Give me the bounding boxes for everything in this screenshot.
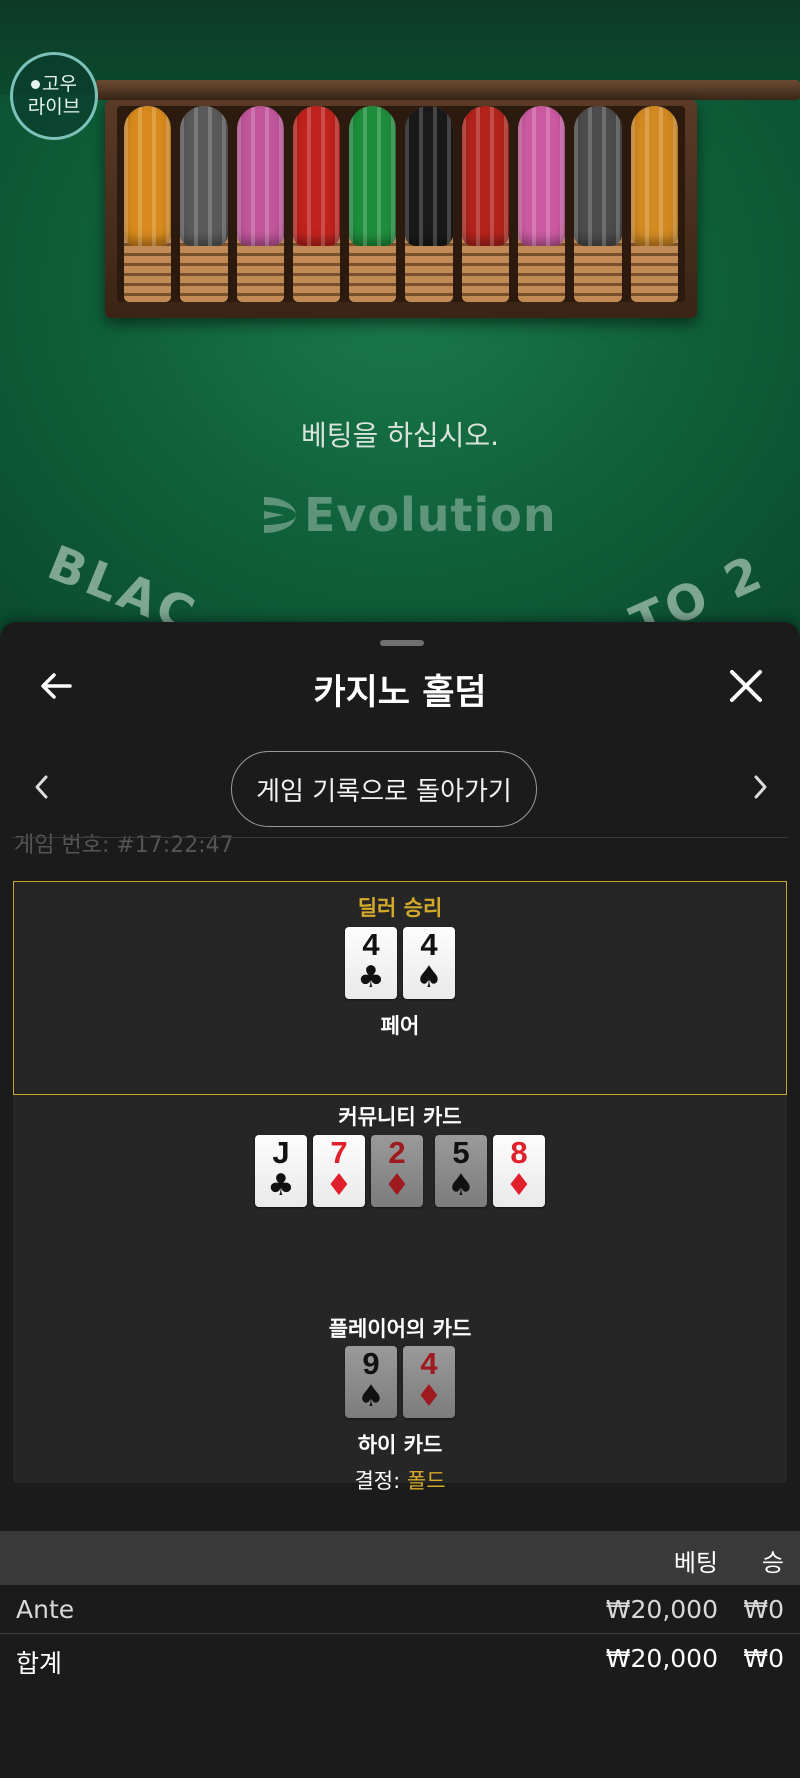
card-rank: 5 xyxy=(452,1135,470,1170)
dealer-hand-name: 페어 xyxy=(380,1014,420,1038)
chip-stack-top xyxy=(574,106,622,246)
player-hand-name: 하이 카드 xyxy=(357,1433,443,1457)
total-row-win: ₩0 xyxy=(743,1644,784,1673)
header-divider xyxy=(12,837,788,838)
total-row-amount: ₩20,000 xyxy=(605,1644,718,1673)
decision-label: 결정: xyxy=(354,1469,401,1493)
card-suit-icon: ♦ xyxy=(325,1168,353,1203)
chip-stack xyxy=(346,106,399,302)
decision-value: 폴드 xyxy=(406,1469,446,1493)
evolution-logo-icon xyxy=(262,493,298,537)
brand-badge-line1: 고우 xyxy=(42,73,77,95)
chip-stack xyxy=(515,106,568,302)
chip-stack xyxy=(459,106,512,302)
chip-stack-top xyxy=(124,106,172,246)
bet-row-win: ₩0 xyxy=(743,1595,784,1624)
playing-card: 8 ♦ xyxy=(493,1135,545,1207)
card-suit-icon: ♠ xyxy=(357,1379,385,1414)
chip-stack-top xyxy=(405,106,454,246)
live-table-video: 고우 라이브 베팅을 하십시오. Evolution BLAC TO 2 xyxy=(0,0,800,640)
table-rail-edge xyxy=(95,80,800,100)
dealer-result-panel: 딜러 승리 4 ♣ 4 ♠ 페어 xyxy=(13,881,787,1095)
playing-card: 4 ♦ xyxy=(403,1346,455,1418)
bets-table-header: 베팅 승 xyxy=(0,1531,800,1585)
sheet-drag-handle[interactable] xyxy=(380,640,424,646)
chip-stack xyxy=(121,106,174,302)
card-suit-icon: ♣ xyxy=(267,1168,295,1203)
card-rank: 8 xyxy=(510,1135,528,1170)
previous-round-button[interactable] xyxy=(30,772,54,802)
chip-tray-slots xyxy=(117,106,685,302)
chevron-right-icon xyxy=(754,775,767,799)
sheet-title: 카지노 홀덤 xyxy=(313,673,487,713)
playing-card: 4 ♣ xyxy=(345,927,397,999)
dealer-status: 딜러 승리 xyxy=(357,896,443,920)
game-number: 게임 번호: #17:22:47 xyxy=(14,833,234,856)
next-round-button[interactable] xyxy=(748,772,772,802)
close-button[interactable] xyxy=(726,666,766,706)
card-suit-icon: ♣ xyxy=(357,960,385,995)
playing-card: 4 ♠ xyxy=(403,927,455,999)
chip-stack-top xyxy=(630,106,679,246)
chip-stack xyxy=(234,106,287,302)
brand-dot-icon xyxy=(31,80,41,89)
card-rank: J xyxy=(272,1135,290,1170)
playing-card: 7 ♦ xyxy=(313,1135,365,1207)
card-rank: 4 xyxy=(420,1346,438,1381)
chip-stack xyxy=(402,106,455,302)
chip-stack xyxy=(290,106,343,302)
player-decision: 결정: 폴드 xyxy=(13,1465,787,1495)
chip-stack-top xyxy=(236,106,285,246)
card-rank: 2 xyxy=(388,1135,406,1170)
community-cards: J ♣ 7 ♦ 2 ♦ 5 ♠ 8 ♦ xyxy=(13,1135,787,1207)
bet-prompt-text: 베팅을 하십시오. xyxy=(300,419,500,452)
chip-stack-top xyxy=(349,106,397,246)
back-to-history-button[interactable]: 게임 기록으로 돌아가기 xyxy=(231,751,537,827)
brand-badge-line2: 라이브 xyxy=(27,96,81,118)
dealer-cards: 4 ♣ 4 ♠ xyxy=(14,927,786,999)
playing-card: 9 ♠ xyxy=(345,1346,397,1418)
card-rank: 4 xyxy=(420,927,438,962)
close-icon xyxy=(730,670,762,702)
chip-stack xyxy=(571,106,624,302)
provider-logo: Evolution xyxy=(262,488,557,542)
bet-row-label: Ante xyxy=(16,1595,75,1624)
cards-panel: 커뮤니티 카드 J ♣ 7 ♦ 2 ♦ 5 ♠ 8 ♦ 플레이어의 카드 9 ♠ 4 ♦ 하이 카드 결… xyxy=(13,1095,787,1493)
total-row-label: 합계 xyxy=(16,1649,63,1678)
card-suit-icon: ♠ xyxy=(415,960,443,995)
chevron-left-icon xyxy=(35,775,48,799)
player-cards: 9 ♠ 4 ♦ xyxy=(13,1346,787,1418)
provider-logo-text: Evolution xyxy=(304,488,557,542)
community-cards-title: 커뮤니티 카드 xyxy=(338,1105,462,1129)
playing-card: J ♣ xyxy=(255,1135,307,1207)
card-suit-icon: ♦ xyxy=(383,1168,411,1203)
card-rank: 4 xyxy=(362,927,380,962)
chip-stack xyxy=(628,106,681,302)
bet-row-amount: ₩20,000 xyxy=(605,1595,718,1624)
table-row-total: 합계 ₩20,000 ₩0 xyxy=(0,1636,800,1682)
player-cards-title: 플레이어의 카드 xyxy=(328,1317,472,1341)
card-suit-icon: ♦ xyxy=(505,1168,533,1203)
card-suit-icon: ♠ xyxy=(447,1168,475,1203)
chip-stack-top xyxy=(292,106,341,246)
playing-card: 5 ♠ xyxy=(435,1135,487,1207)
card-rank: 7 xyxy=(330,1135,348,1170)
bets-col-win: 승 xyxy=(761,1549,784,1577)
table-row: Ante ₩20,000 ₩0 xyxy=(0,1587,800,1634)
card-rank: 9 xyxy=(362,1346,380,1381)
bets-col-bet: 베팅 xyxy=(673,1549,718,1577)
chip-stack-top xyxy=(518,106,566,246)
history-detail-sheet: 카지노 홀덤 게임 기록으로 돌아가기 게임 번호: #17:22:47 딜러 … xyxy=(0,622,800,1778)
playing-card: 2 ♦ xyxy=(371,1135,423,1207)
chip-tray xyxy=(105,100,697,318)
chip-stack xyxy=(177,106,230,302)
brand-badge: 고우 라이브 xyxy=(10,52,98,140)
chip-stack-top xyxy=(461,106,510,246)
chip-stack-top xyxy=(180,106,228,246)
card-suit-icon: ♦ xyxy=(415,1379,443,1414)
